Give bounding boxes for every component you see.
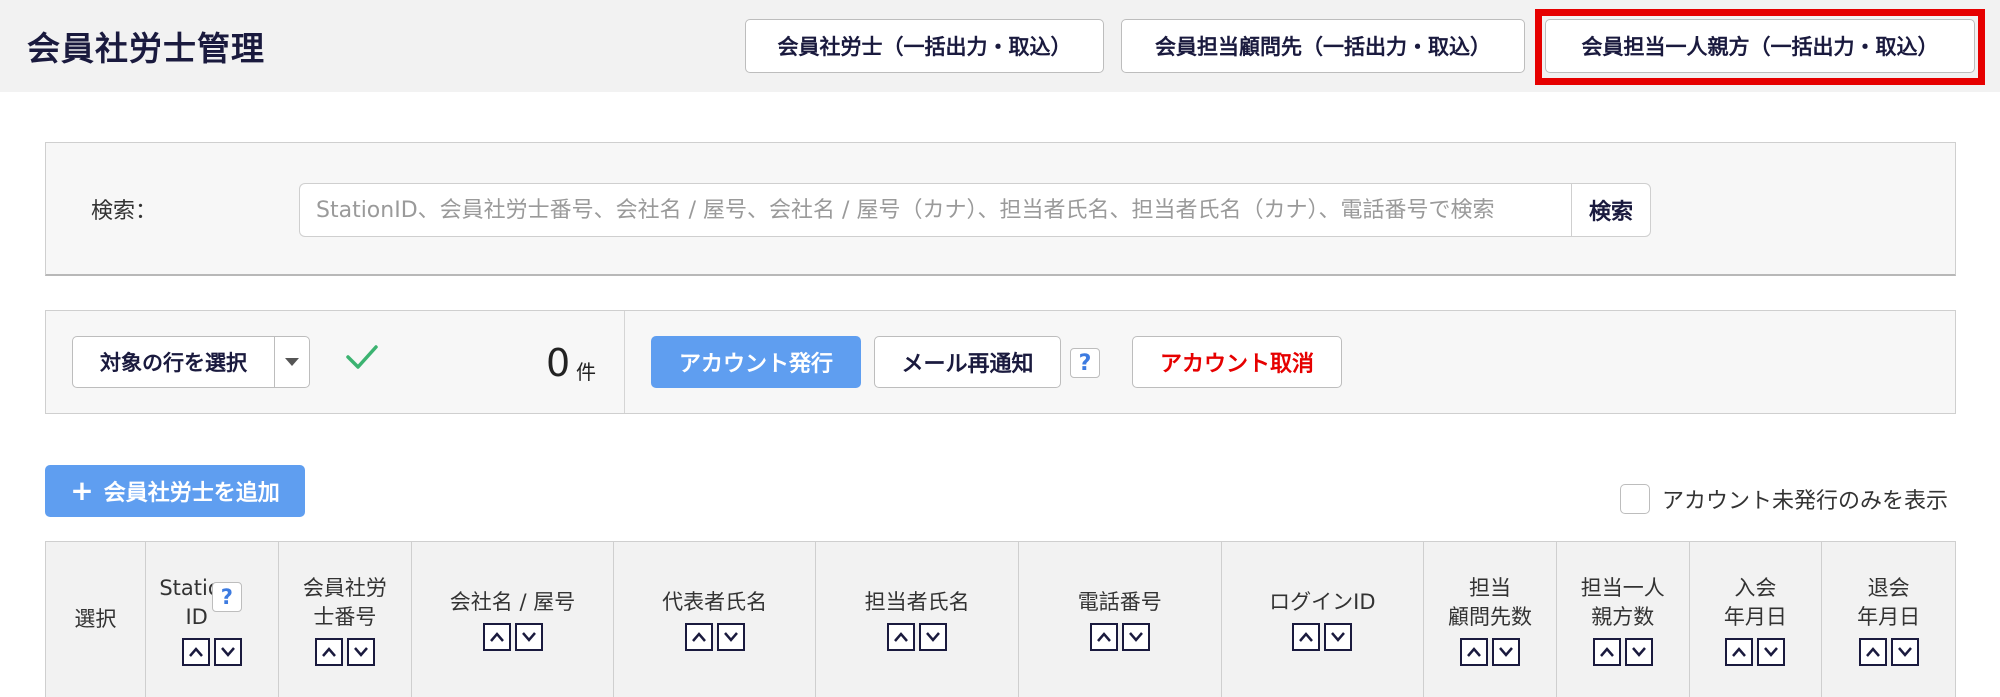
sort-controls <box>1459 637 1520 666</box>
sort-ascending-icon[interactable] <box>684 623 713 651</box>
page-header: 会員社労士管理 会員社労士（一括出力・取込） 会員担当顧問先（一括出力・取込） … <box>0 0 2000 92</box>
help-icon[interactable]: ? <box>1070 348 1100 378</box>
column-header: 代表者氏名 <box>614 542 817 697</box>
column-header: 会社名 / 屋号 <box>412 542 614 697</box>
sort-controls <box>1089 623 1150 651</box>
column-header-label: 選択 <box>74 607 117 631</box>
search-button[interactable]: 検索 <box>1571 183 1651 237</box>
column-header: 退会 年月日 <box>1822 542 1955 697</box>
search-panel: 検索： 検索 <box>45 142 1956 276</box>
sort-ascending-icon[interactable] <box>1592 637 1621 666</box>
column-header: 担当一人 親方数 <box>1557 542 1690 697</box>
column-header: ログインID <box>1222 542 1425 697</box>
sort-descending-icon[interactable] <box>1121 623 1150 651</box>
column-header: 選択 <box>46 542 146 697</box>
sort-controls <box>181 637 242 666</box>
sort-ascending-icon[interactable] <box>1292 623 1321 651</box>
column-header-label: 担当者氏名 <box>864 590 970 614</box>
sort-controls <box>314 637 375 666</box>
sort-ascending-icon[interactable] <box>1089 623 1118 651</box>
sort-descending-icon[interactable] <box>1324 623 1353 651</box>
sort-descending-icon[interactable] <box>514 623 543 651</box>
issue-account-button[interactable]: アカウント発行 <box>651 336 861 388</box>
sort-controls <box>1858 637 1919 666</box>
sort-controls <box>1592 637 1653 666</box>
sort-descending-icon[interactable] <box>1491 637 1520 666</box>
row-select-dropdown[interactable]: 対象の行を選択 <box>72 336 310 388</box>
sort-ascending-icon[interactable] <box>181 637 210 666</box>
add-member-label: 会員社労士を追加 <box>103 481 280 506</box>
selected-count-unit: 件 <box>576 360 596 384</box>
help-icon[interactable]: ? <box>211 582 242 612</box>
column-header-label: 入会 年月日 <box>1723 575 1787 629</box>
column-header-label: 担当一人 親方数 <box>1580 575 1665 629</box>
sort-descending-icon[interactable] <box>716 623 745 651</box>
column-header: 担当 顧問先数 <box>1424 542 1557 697</box>
sort-ascending-icon[interactable] <box>1858 637 1887 666</box>
sort-ascending-icon[interactable] <box>482 623 511 651</box>
client-bulk-export-import-button[interactable]: 会員担当顧問先（一括出力・取込） <box>1121 19 1525 73</box>
action-bar: 対象の行を選択 0 件 アカウント発行 メール再通知 ? アカウント取消 <box>45 310 1956 414</box>
sort-descending-icon[interactable] <box>1890 637 1919 666</box>
column-header: 電話番号 <box>1019 542 1222 697</box>
sort-controls <box>887 623 948 651</box>
sort-descending-icon[interactable] <box>213 637 242 666</box>
cancel-account-button[interactable]: アカウント取消 <box>1132 336 1342 388</box>
sort-descending-icon[interactable] <box>346 637 375 666</box>
column-header-label: 担当 顧問先数 <box>1447 575 1532 629</box>
member-bulk-export-import-button[interactable]: 会員社労士（一括出力・取込） <box>745 19 1104 73</box>
add-member-button[interactable]: + 会員社労士を追加 <box>45 465 305 517</box>
column-header: Station ID? <box>146 542 279 697</box>
sort-descending-icon[interactable] <box>1624 637 1653 666</box>
sort-controls <box>684 623 745 651</box>
divider <box>624 311 625 413</box>
sort-controls <box>1725 637 1786 666</box>
row-select-label[interactable]: 対象の行を選択 <box>73 337 275 387</box>
resend-mail-button[interactable]: メール再通知 <box>874 336 1061 388</box>
column-header: 担当者氏名 <box>816 542 1019 697</box>
sort-ascending-icon[interactable] <box>1459 637 1488 666</box>
column-header: 入会 年月日 <box>1690 542 1823 697</box>
column-header-label: 会社名 / 屋号 <box>449 590 576 614</box>
column-header-label: 会員社労 士番号 <box>302 575 387 629</box>
sort-controls <box>1292 623 1353 651</box>
search-label: 検索： <box>91 199 158 224</box>
plus-icon: + <box>70 474 94 507</box>
sort-ascending-icon[interactable] <box>887 623 916 651</box>
sort-descending-icon[interactable] <box>919 623 948 651</box>
column-header-label: 退会 年月日 <box>1857 575 1921 629</box>
unissued-filter-label[interactable]: アカウント未発行のみを表示 <box>1662 483 1948 515</box>
column-header-label: 代表者氏名 <box>662 590 768 614</box>
search-input[interactable] <box>299 183 1571 237</box>
check-icon <box>346 345 378 369</box>
unissued-filter-checkbox[interactable] <box>1620 484 1650 514</box>
sort-ascending-icon[interactable] <box>1725 637 1754 666</box>
column-header-label: ログインID <box>1269 590 1376 614</box>
page-title: 会員社労士管理 <box>27 29 265 68</box>
column-header-label: 電話番号 <box>1077 590 1162 614</box>
selected-count: 0 <box>546 341 571 385</box>
sort-descending-icon[interactable] <box>1757 637 1786 666</box>
chevron-down-icon[interactable] <box>275 337 309 387</box>
unissued-filter[interactable]: アカウント未発行のみを表示 <box>1620 483 1948 515</box>
sort-controls <box>482 623 543 651</box>
table-header: 選択 Station ID? 会員社労 士番号 会社名 / 屋号 代表者氏名 担当者氏名 電… <box>45 541 1956 697</box>
sort-ascending-icon[interactable] <box>314 637 343 666</box>
column-header: 会員社労 士番号 <box>279 542 413 697</box>
sole-proprietor-bulk-export-import-button[interactable]: 会員担当一人親方（一括出力・取込） <box>1545 19 1975 73</box>
